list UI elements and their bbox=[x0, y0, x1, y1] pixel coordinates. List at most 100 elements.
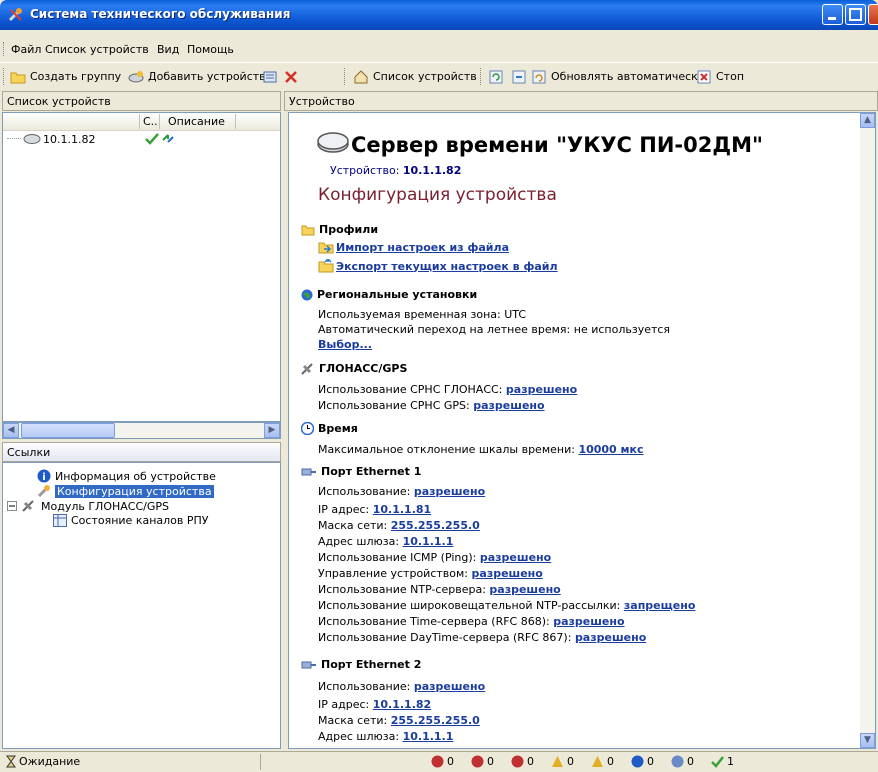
status-counter: 0 bbox=[431, 755, 454, 768]
scroll-right-button[interactable]: ▶ bbox=[264, 423, 280, 438]
info-icon: i bbox=[37, 469, 51, 483]
device-list-button[interactable]: Список устройств bbox=[353, 68, 477, 85]
maximize-button[interactable] bbox=[845, 4, 866, 25]
eth1-row-value-link[interactable]: запрещено bbox=[624, 599, 696, 612]
eth1-row-label: Маска сети: bbox=[318, 519, 388, 532]
connection-arrows-icon bbox=[162, 134, 174, 143]
menu-view[interactable]: Вид bbox=[157, 43, 179, 56]
link-channels-state[interactable]: Состояние каналов РПУ bbox=[53, 514, 208, 527]
eth2-row-value-link[interactable]: 10.1.1.1 bbox=[403, 730, 454, 743]
status-counter-value: 0 bbox=[447, 755, 454, 768]
scroll-left-button[interactable]: ◀ bbox=[3, 423, 19, 438]
eth1-row-value-link[interactable]: 10.1.1.81 bbox=[373, 503, 431, 516]
eth1-row-value-link[interactable]: 255.255.255.0 bbox=[391, 519, 480, 532]
time-deviation-row: Максимальное отклонение шкалы времени: 1… bbox=[318, 443, 644, 456]
links-header: Ссылки bbox=[2, 442, 281, 462]
collapse-icon[interactable] bbox=[7, 501, 17, 511]
menu-file[interactable]: Файл bbox=[11, 43, 41, 56]
eth2-row-value-link[interactable]: 10.1.1.82 bbox=[373, 698, 431, 711]
gps-value-link[interactable]: разрешено bbox=[473, 399, 544, 412]
auto-refresh-button[interactable]: Обновлять автоматически bbox=[531, 68, 705, 85]
scroll-up-button[interactable]: ▲ bbox=[860, 113, 875, 128]
export-button[interactable] bbox=[511, 68, 527, 85]
error-stop-icon bbox=[471, 755, 484, 768]
device-subtitle: Устройство: 10.1.1.82 bbox=[330, 164, 461, 177]
import-settings-link[interactable]: Импорт настроек из файла bbox=[336, 241, 509, 254]
properties-button[interactable] bbox=[262, 68, 278, 85]
wrench-screwdriver-icon bbox=[8, 8, 22, 22]
create-group-button[interactable]: Создать группу bbox=[10, 68, 121, 85]
time-deviation-link[interactable]: 10000 мкс bbox=[578, 443, 643, 456]
export-settings-link[interactable]: Экспорт текущих настроек в файл bbox=[336, 260, 558, 273]
eth1-row-value-link[interactable]: разрешено bbox=[480, 551, 551, 564]
stop-button[interactable]: Стоп bbox=[696, 68, 744, 85]
eth1-row-value-link[interactable]: разрешено bbox=[575, 631, 646, 644]
scroll-thumb[interactable] bbox=[21, 423, 115, 438]
details-vscroll[interactable]: ▲ ▼ bbox=[860, 113, 875, 748]
refresh-button[interactable] bbox=[488, 68, 504, 85]
dst-text: Автоматический переход на летнее время: … bbox=[318, 323, 671, 336]
eth1-row-label: Использование Time-сервера (RFC 868): bbox=[318, 615, 550, 628]
timezone-text: Используемая временная зона: UTC bbox=[318, 308, 527, 321]
regional-choose-row: Выбор... bbox=[318, 338, 372, 351]
auto-refresh-label: Обновлять автоматически bbox=[551, 70, 705, 83]
link-gnss-module[interactable]: Модуль ГЛОНАСС/GPS bbox=[7, 499, 169, 513]
gps-row: Использование СРНС GPS: разрешено bbox=[318, 399, 545, 412]
link-device-config[interactable]: Конфигурация устройства bbox=[37, 484, 214, 498]
status-counter: 0 bbox=[631, 755, 654, 768]
eth1-row-label: Использование ICMP (Ping): bbox=[318, 551, 477, 564]
globe-icon bbox=[301, 289, 313, 300]
eth1-row-label: Использование: bbox=[318, 485, 411, 498]
ethernet2-title: Порт Ethernet 2 bbox=[321, 658, 422, 671]
menu-help[interactable]: Помощь bbox=[187, 43, 234, 56]
warning-icon bbox=[552, 756, 563, 767]
delete-button[interactable] bbox=[283, 68, 299, 85]
eth2-row: Использование: разрешено bbox=[318, 680, 485, 693]
column-status[interactable]: С.. bbox=[143, 115, 158, 128]
clock-icon bbox=[301, 422, 314, 435]
status-counter: 0 bbox=[471, 755, 494, 768]
eth1-row: Использование ICMP (Ping): разрешено bbox=[318, 551, 551, 564]
device-ip: 10.1.1.82 bbox=[402, 164, 462, 177]
status-counter-value: 1 bbox=[727, 755, 734, 768]
add-device-button[interactable]: Добавить устройство bbox=[128, 68, 272, 85]
auto-refresh-icon bbox=[532, 70, 546, 83]
link-device-config-label: Конфигурация устройства bbox=[55, 484, 214, 498]
links-panel: i Информация об устройстве Конфигурация … bbox=[2, 462, 281, 749]
scroll-down-button[interactable]: ▼ bbox=[860, 733, 875, 748]
menu-bar: Файл Список устройств Вид Помощь bbox=[0, 40, 878, 59]
time-section: Время bbox=[301, 422, 358, 435]
hourglass-icon bbox=[6, 755, 16, 768]
choose-link[interactable]: Выбор... bbox=[318, 338, 372, 351]
toolbar: Создать группу Добавить устройство Списо… bbox=[0, 62, 878, 89]
link-device-info[interactable]: i Информация об устройстве bbox=[37, 469, 216, 483]
device-row[interactable]: 10.1.1.82 bbox=[3, 131, 280, 147]
regional-title: Региональные установки bbox=[317, 288, 478, 301]
ethernet1-title: Порт Ethernet 1 bbox=[321, 465, 422, 478]
eth1-row-value-link[interactable]: 10.1.1.1 bbox=[403, 535, 454, 548]
eth1-row-value-link[interactable]: разрешено bbox=[553, 615, 624, 628]
tree-line bbox=[7, 138, 21, 139]
glonass-value-link[interactable]: разрешено bbox=[506, 383, 577, 396]
add-device-label: Добавить устройство bbox=[148, 70, 273, 83]
column-divider bbox=[235, 114, 236, 129]
column-description[interactable]: Описание bbox=[168, 115, 225, 128]
close-button[interactable] bbox=[868, 4, 878, 25]
menu-device-list[interactable]: Список устройств bbox=[45, 43, 149, 56]
window-title: Система технического обслуживания bbox=[30, 7, 291, 21]
eth2-row-value-link[interactable]: 255.255.255.0 bbox=[391, 714, 480, 727]
device-list-hscroll[interactable]: ◀ ▶ bbox=[2, 422, 281, 439]
status-counter-value: 0 bbox=[527, 755, 534, 768]
minimize-button[interactable] bbox=[822, 4, 843, 25]
device-icon bbox=[23, 134, 41, 144]
device-list[interactable]: С.. Описание 10.1.1.82 bbox=[2, 112, 281, 422]
eth2-row-value-link[interactable]: разрешено bbox=[414, 680, 485, 693]
eth1-row-value-link[interactable]: разрешено bbox=[472, 567, 543, 580]
eth1-row-value-link[interactable]: разрешено bbox=[414, 485, 485, 498]
eth1-row-value-link[interactable]: разрешено bbox=[489, 583, 560, 596]
time-title: Время bbox=[318, 422, 358, 435]
status-counter: 0 bbox=[551, 755, 574, 768]
eth2-row-label: Адрес шлюза: bbox=[318, 730, 400, 743]
device-list-label: Список устройств bbox=[373, 70, 477, 83]
create-group-label: Создать группу bbox=[30, 70, 122, 83]
